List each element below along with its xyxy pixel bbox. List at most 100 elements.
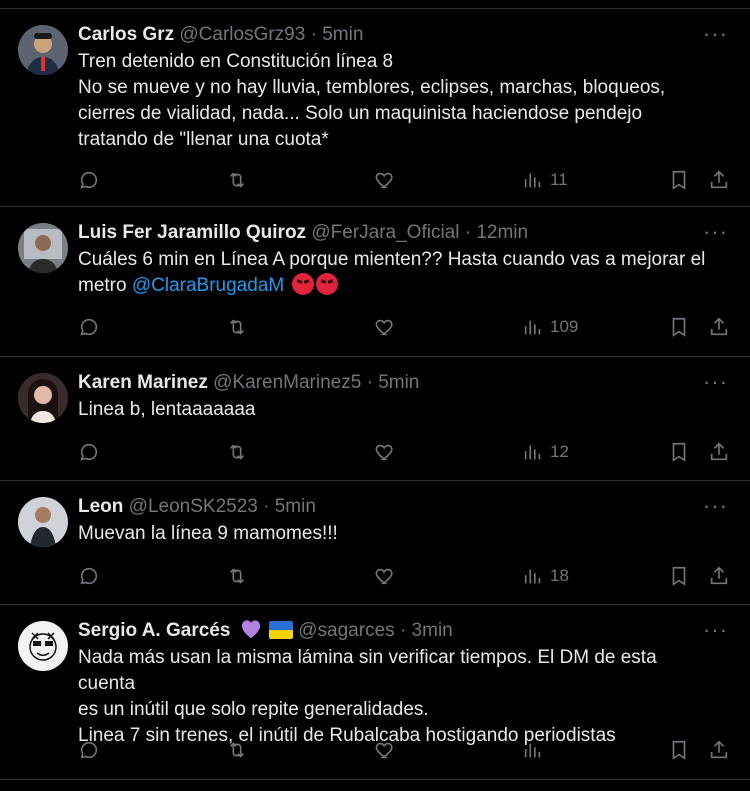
bookmark-button[interactable] bbox=[668, 167, 690, 193]
tweet-text-line: cierres de vialidad, nada... Solo un maq… bbox=[78, 103, 643, 124]
action-bar bbox=[78, 737, 728, 763]
more-icon[interactable]: ··· bbox=[703, 371, 728, 393]
like-icon bbox=[374, 739, 396, 761]
retweet-button[interactable] bbox=[226, 439, 248, 465]
share-icon bbox=[708, 739, 730, 761]
display-name[interactable]: Sergio A. Garcés bbox=[78, 620, 230, 641]
retweet-icon bbox=[226, 441, 248, 463]
like-button[interactable] bbox=[374, 314, 396, 340]
views-button[interactable]: 12 bbox=[522, 439, 569, 465]
more-icon[interactable]: ··· bbox=[703, 495, 728, 517]
views-count: 109 bbox=[550, 317, 579, 336]
more-icon[interactable]: ··· bbox=[703, 23, 728, 45]
tweet-text-line: Cuáles 6 min en Línea A porque mienten??… bbox=[78, 249, 706, 270]
angry-face-emoji bbox=[315, 273, 338, 295]
bookmark-button[interactable] bbox=[668, 314, 690, 340]
more-icon[interactable]: ··· bbox=[703, 619, 728, 641]
tweet-header: Carlos Grz @CarlosGrz93 · 5min bbox=[78, 23, 690, 47]
tweet-text-line: tratando de "llenar una cuota* bbox=[78, 129, 329, 150]
user-handle[interactable]: @LeonSK2523 bbox=[129, 496, 258, 517]
views-icon bbox=[522, 739, 544, 761]
tweet-header: Leon @LeonSK2523 · 5min bbox=[78, 495, 690, 519]
share-icon bbox=[708, 565, 730, 587]
mention-link[interactable]: @ClaraBrugadaM bbox=[132, 275, 284, 296]
views-button[interactable]: 18 bbox=[522, 563, 569, 589]
avatar[interactable] bbox=[18, 223, 68, 273]
tweet[interactable]: Karen Marinez @KarenMarinez5 · 5min ··· … bbox=[0, 357, 750, 481]
user-handle[interactable]: @FerJara_Oficial bbox=[311, 222, 459, 243]
views-icon bbox=[522, 316, 544, 338]
tweet-header: Sergio A. Garcés @sagarces · 3min bbox=[78, 619, 690, 643]
tweet-text-line: Muevan la línea 9 mamomes!!! bbox=[78, 523, 338, 544]
views-icon bbox=[522, 565, 544, 587]
display-name[interactable]: Carlos Grz bbox=[78, 24, 174, 45]
avatar[interactable] bbox=[18, 25, 68, 75]
display-name[interactable]: Karen Marinez bbox=[78, 372, 208, 393]
views-count: 11 bbox=[550, 170, 568, 189]
avatar[interactable] bbox=[18, 373, 68, 423]
share-icon bbox=[708, 441, 730, 463]
bookmark-icon bbox=[668, 739, 690, 761]
bookmark-icon bbox=[668, 565, 690, 587]
timestamp[interactable]: 5min bbox=[275, 496, 316, 517]
share-icon bbox=[708, 169, 730, 191]
tweet-text: Tren detenido en Constitución línea 8 No… bbox=[78, 49, 710, 153]
bookmark-button[interactable] bbox=[668, 563, 690, 589]
purple-heart-emoji bbox=[240, 619, 262, 639]
reply-button[interactable] bbox=[78, 563, 100, 589]
reply-button[interactable] bbox=[78, 167, 100, 193]
reply-button[interactable] bbox=[78, 439, 100, 465]
timestamp[interactable]: 12min bbox=[476, 222, 528, 243]
like-button[interactable] bbox=[374, 167, 396, 193]
tweet-text-line: metro @ClaraBrugadaM bbox=[78, 273, 710, 299]
tweet-text-line: Tren detenido en Constitución línea 8 bbox=[78, 51, 394, 72]
timestamp[interactable]: 5min bbox=[322, 24, 363, 45]
retweet-button[interactable] bbox=[226, 563, 248, 589]
retweet-button[interactable] bbox=[226, 314, 248, 340]
bookmark-icon bbox=[668, 441, 690, 463]
timestamp[interactable]: 5min bbox=[378, 372, 419, 393]
display-name[interactable]: Luis Fer Jaramillo Quiroz bbox=[78, 222, 306, 243]
angry-face-emoji bbox=[291, 273, 314, 295]
views-button[interactable] bbox=[522, 737, 550, 763]
avatar[interactable] bbox=[18, 497, 68, 547]
reply-icon bbox=[78, 316, 100, 338]
avatar[interactable] bbox=[18, 621, 68, 671]
more-icon[interactable]: ··· bbox=[703, 221, 728, 243]
bookmark-button[interactable] bbox=[668, 737, 690, 763]
tweet-header: Luis Fer Jaramillo Quiroz @FerJara_Ofici… bbox=[78, 221, 690, 245]
tweet[interactable]: Carlos Grz @CarlosGrz93 · 5min ··· Tren … bbox=[0, 8, 750, 207]
reply-feed: Carlos Grz @CarlosGrz93 · 5min ··· Tren … bbox=[0, 8, 750, 780]
share-button[interactable] bbox=[708, 167, 730, 193]
reply-button[interactable] bbox=[78, 737, 100, 763]
separator: · bbox=[366, 372, 373, 393]
bookmark-button[interactable] bbox=[668, 439, 690, 465]
share-button[interactable] bbox=[708, 314, 730, 340]
like-icon bbox=[374, 169, 396, 191]
like-button[interactable] bbox=[374, 439, 396, 465]
tweet-text: Cuáles 6 min en Línea A porque mienten??… bbox=[78, 247, 710, 299]
timestamp[interactable]: 3min bbox=[412, 620, 453, 641]
separator: · bbox=[310, 24, 317, 45]
reply-icon bbox=[78, 565, 100, 587]
tweet[interactable]: Luis Fer Jaramillo Quiroz @FerJara_Ofici… bbox=[0, 207, 750, 357]
tweet[interactable]: Sergio A. Garcés @sagarces · 3min ··· Na… bbox=[0, 605, 750, 780]
display-name[interactable]: Leon bbox=[78, 496, 123, 517]
like-button[interactable] bbox=[374, 563, 396, 589]
action-bar: 12 bbox=[78, 439, 728, 465]
tweet-text: Nada más usan la misma lámina sin verifi… bbox=[78, 645, 710, 749]
share-button[interactable] bbox=[708, 737, 730, 763]
user-handle[interactable]: @sagarces bbox=[298, 620, 394, 641]
share-button[interactable] bbox=[708, 563, 730, 589]
views-button[interactable]: 11 bbox=[522, 167, 568, 193]
user-handle[interactable]: @CarlosGrz93 bbox=[179, 24, 305, 45]
tweet[interactable]: Leon @LeonSK2523 · 5min ··· Muevan la lí… bbox=[0, 481, 750, 605]
retweet-button[interactable] bbox=[226, 167, 248, 193]
like-button[interactable] bbox=[374, 737, 396, 763]
retweet-button[interactable] bbox=[226, 737, 248, 763]
tweet-text-line: Linea b, lentaaaaaaa bbox=[78, 399, 256, 420]
reply-button[interactable] bbox=[78, 314, 100, 340]
user-handle[interactable]: @KarenMarinez5 bbox=[213, 372, 361, 393]
share-button[interactable] bbox=[708, 439, 730, 465]
views-button[interactable]: 109 bbox=[522, 314, 578, 340]
